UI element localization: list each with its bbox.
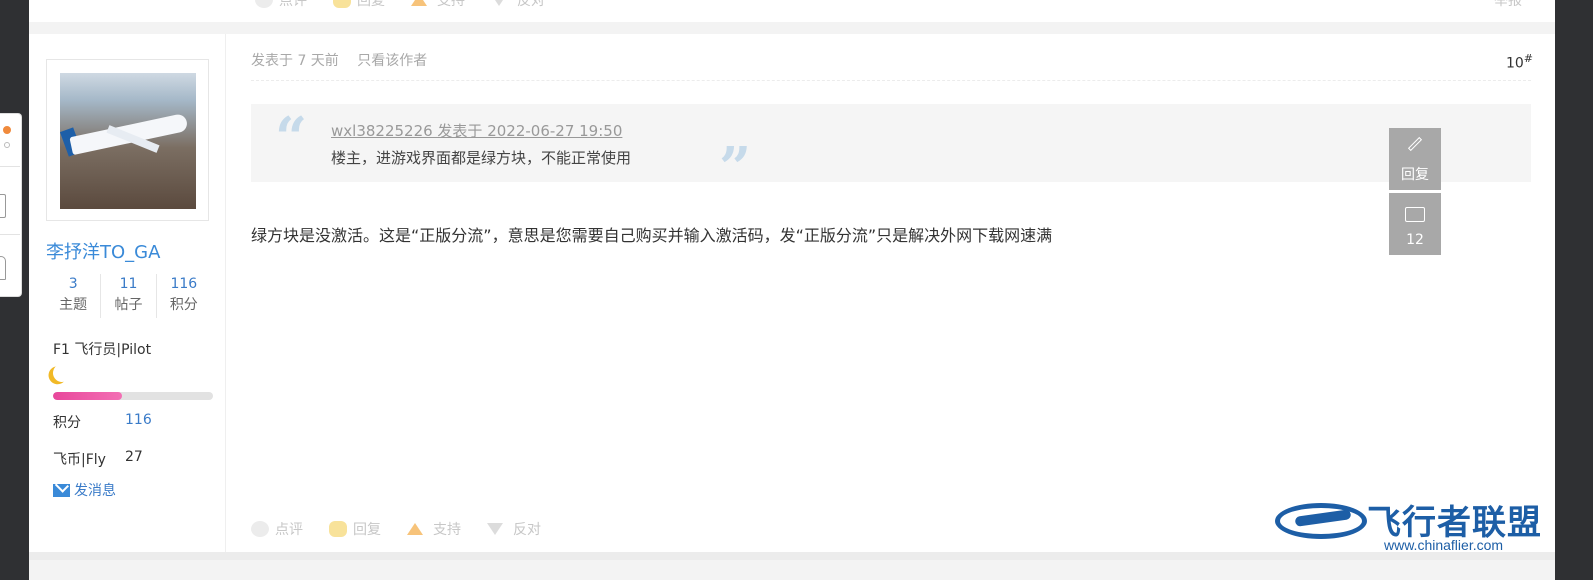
- close-quote-icon: ”: [719, 135, 752, 201]
- dock-divider: [0, 166, 20, 167]
- float-comments-button[interactable]: 12: [1389, 193, 1441, 255]
- logo-url: www.chinaflier.com: [1384, 537, 1504, 553]
- thumb-up-icon: [407, 523, 423, 535]
- report-link[interactable]: 举报: [1494, 0, 1522, 10]
- dock-divider: [0, 234, 20, 235]
- rate-button[interactable]: 点评: [251, 519, 303, 539]
- reply-button[interactable]: 回复: [329, 519, 381, 539]
- oppose-button[interactable]: 反对: [487, 519, 541, 539]
- only-author-link[interactable]: 只看该作者: [357, 53, 427, 69]
- comment-icon: [1405, 207, 1425, 222]
- post-meta: 发表于 7 天前 只看该作者: [251, 50, 441, 70]
- support-button[interactable]: 支持: [407, 519, 461, 539]
- left-dock: [0, 113, 22, 297]
- reply-bubble-icon: [333, 0, 351, 8]
- floor-number[interactable]: 10#: [1506, 52, 1533, 72]
- previous-post-actions: 点评 回复 支持 反对: [255, 0, 571, 10]
- thread-page: 点评 回复 支持 反对 举报 李抒洋TO_GA 3 主题 11 帖子 116 积分 F…: [29, 0, 1555, 580]
- quote-block: “ wxl38225226 发表于 2022-06-27 19:50 楼主，进游…: [251, 104, 1531, 198]
- previous-post-footer: 点评 回复 支持 反对 举报: [29, 0, 1555, 22]
- open-quote-icon: “: [275, 105, 308, 171]
- mail-icon: [53, 483, 70, 497]
- author-rank: F1 飞行员|Pilot: [53, 342, 152, 358]
- stat-threads[interactable]: 3 主题: [46, 274, 102, 318]
- forum-post: 李抒洋TO_GA 3 主题 11 帖子 116 积分 F1 飞行员|Pilot 积分 1…: [29, 34, 1555, 552]
- status-dot-icon[interactable]: [4, 142, 10, 148]
- reply-button[interactable]: 回复: [333, 0, 385, 10]
- post-content: 发表于 7 天前 只看该作者 10# “ wxl38225226 发表于 202…: [251, 34, 1533, 552]
- moon-badge-icon: [52, 363, 73, 384]
- rate-icon: [255, 0, 273, 8]
- stat-credits[interactable]: 116 积分: [157, 274, 211, 318]
- rate-icon: [251, 521, 269, 537]
- level-progress-bar: [53, 392, 213, 400]
- quote-source-link[interactable]: wxl38225226 发表于 2022-06-27 19:50: [331, 120, 622, 141]
- bell-icon[interactable]: [0, 256, 6, 280]
- author-username[interactable]: 李抒洋TO_GA: [46, 238, 160, 264]
- oppose-button[interactable]: 反对: [491, 0, 545, 10]
- credits-row: 积分 116: [53, 412, 152, 431]
- thumb-down-icon: [491, 0, 507, 6]
- float-reply-button[interactable]: 回复: [1389, 128, 1441, 190]
- fly-coin-row: 飞币|Fly 27: [53, 449, 143, 468]
- author-sidebar: 李抒洋TO_GA 3 主题 11 帖子 116 积分 F1 飞行员|Pilot 积分 1…: [29, 34, 226, 552]
- document-icon[interactable]: [0, 194, 6, 218]
- post-time: 发表于 7 天前: [251, 53, 339, 69]
- send-message-link[interactable]: 发消息: [53, 480, 116, 500]
- meta-divider: [251, 80, 1531, 81]
- quote-text: 楼主，进游戏界面都是绿方块，不能正常使用: [331, 149, 632, 167]
- avatar-frame[interactable]: [46, 59, 209, 221]
- thumb-down-icon: [487, 523, 503, 535]
- author-stats: 3 主题 11 帖子 116 积分: [46, 274, 211, 318]
- support-button[interactable]: 支持: [411, 0, 465, 10]
- level-progress-fill: [53, 392, 122, 400]
- notification-dot-icon[interactable]: [3, 126, 11, 134]
- stat-posts[interactable]: 11 帖子: [101, 274, 157, 318]
- site-watermark-logo: 飞行者联盟 www.chinaflier.com: [1275, 495, 1560, 557]
- pencil-icon: [1407, 136, 1423, 152]
- avatar[interactable]: [60, 73, 196, 209]
- floating-toolbar: 回复 12: [1389, 128, 1441, 258]
- rate-button[interactable]: 点评: [255, 0, 307, 10]
- post-message: 绿方块是没激活。这是“正版分流”，意思是您需要自己购买并输入激活码，发“正版分流…: [251, 226, 1053, 245]
- post-actions: 点评 回复 支持 反对: [251, 519, 567, 539]
- thumb-up-icon: [411, 0, 427, 6]
- reply-bubble-icon: [329, 521, 347, 537]
